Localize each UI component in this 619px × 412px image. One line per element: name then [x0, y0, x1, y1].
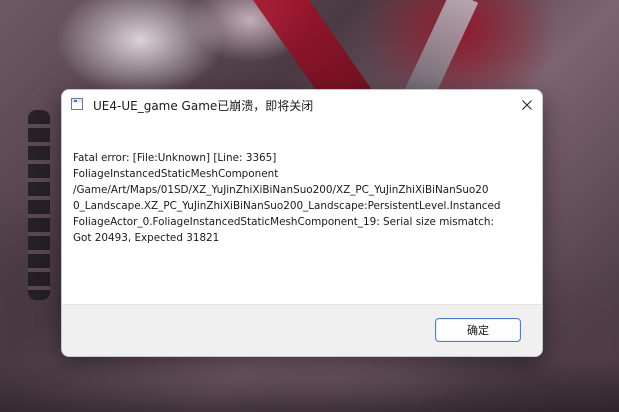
error-message-line: FoliageActor_0.FoliageInstancedStaticMes…	[73, 216, 494, 228]
dialog-titlebar[interactable]: UE4-UE_game Game已崩溃，即将关闭	[62, 90, 542, 120]
dialog-footer: 确定	[62, 304, 542, 356]
wallpaper-shade	[0, 360, 619, 412]
dialog-title: UE4-UE_game Game已崩溃，即将关闭	[93, 99, 314, 113]
close-icon	[522, 100, 532, 110]
wallpaper-chain	[28, 110, 50, 300]
crash-dialog: UE4-UE_game Game已崩溃，即将关闭 Fatal error: [F…	[61, 89, 543, 357]
error-message-line: /Game/Art/Maps/01SD/XZ_YuJinZhiXiBiNanSu…	[73, 184, 489, 196]
error-message-line: 0_Landscape.XZ_PC_YuJinZhiXiBiNanSuo200_…	[73, 200, 501, 212]
error-message-line: Fatal error: [File:Unknown] [Line: 3365]	[73, 152, 277, 164]
close-button[interactable]	[512, 90, 542, 120]
error-message-line: FoliageInstancedStaticMeshComponent	[73, 168, 279, 180]
app-window-icon	[71, 98, 83, 110]
error-message: Fatal error: [File:Unknown] [Line: 3365]…	[73, 150, 533, 246]
error-message-line: Got 20493, Expected 31821	[73, 232, 220, 244]
ok-button[interactable]: 确定	[435, 318, 521, 342]
